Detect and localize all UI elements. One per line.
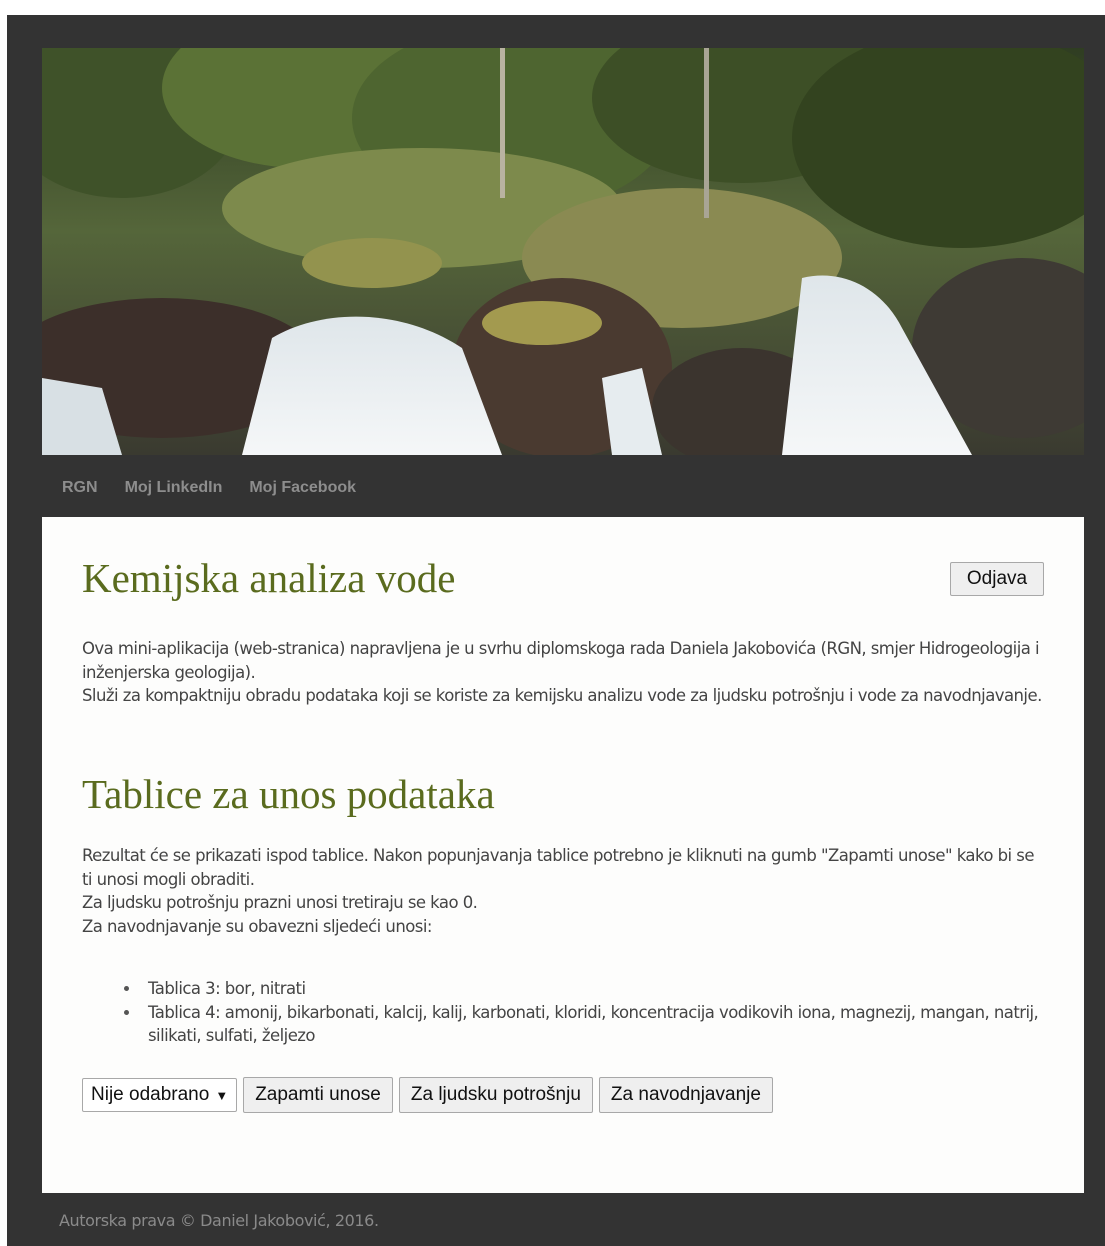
intro-text: Ova mini-aplikacija (web-stranica) napra… (82, 637, 1047, 708)
content-panel: Kemijska analiza vode Odjava Ova mini-ap… (42, 517, 1084, 1193)
logout-button[interactable]: Odjava (950, 562, 1044, 596)
chevron-down-icon: ▼ (215, 1087, 229, 1103)
requirement-text: Tablica 4: amonij, bikarbonati, kalcij, … (148, 1002, 1039, 1046)
list-item: Tablica 4: amonij, bikarbonati, kalcij, … (124, 1001, 1048, 1048)
intro-line-2: Služi za kompaktniju obradu podataka koj… (82, 686, 1042, 705)
list-item: Tablica 3: bor, nitrati (124, 977, 1048, 1001)
nav-link-rgn[interactable]: RGN (62, 477, 98, 499)
bullet-icon (124, 986, 129, 991)
instructions-line-2: Za ljudsku potrošnju prazni unosi tretir… (82, 893, 478, 912)
save-entries-button[interactable]: Zapamti unose (243, 1077, 393, 1113)
requirement-text: Tablica 3: bor, nitrati (148, 979, 306, 998)
section-title: Tablice za unos podataka (82, 771, 495, 817)
select-value: Nije odabrano (91, 1084, 210, 1105)
controls-bar: Nije odabrano ▼ Zapamti unose Za ljudsku… (82, 1077, 773, 1113)
footer-copyright: Autorska prava © Daniel Jakobović, 2016. (59, 1211, 379, 1230)
instructions-line-1: Rezultat će se prikazati ispod tablice. … (82, 846, 1035, 889)
page-title: Kemijska analiza vode (82, 555, 456, 601)
intro-line-1: Ova mini-aplikacija (web-stranica) napra… (82, 639, 1040, 682)
irrigation-button[interactable]: Za navodnjavanje (598, 1077, 773, 1113)
human-consumption-button[interactable]: Za ljudsku potrošnju (398, 1077, 593, 1113)
table-select-dropdown[interactable]: Nije odabrano ▼ (82, 1078, 238, 1112)
nav-link-linkedin[interactable]: Moj LinkedIn (125, 477, 223, 499)
instructions-text: Rezultat će se prikazati ispod tablice. … (82, 844, 1047, 938)
bullet-icon (124, 1009, 129, 1015)
top-nav: RGN Moj LinkedIn Moj Facebook (62, 477, 383, 499)
nav-link-facebook[interactable]: Moj Facebook (249, 477, 356, 499)
header-banner-image (42, 48, 1084, 455)
requirements-list: Tablica 3: bor, nitrati Tablica 4: amoni… (124, 977, 1048, 1048)
instructions-line-3: Za navodnjavanje su obavezni sljedeći un… (82, 916, 432, 936)
